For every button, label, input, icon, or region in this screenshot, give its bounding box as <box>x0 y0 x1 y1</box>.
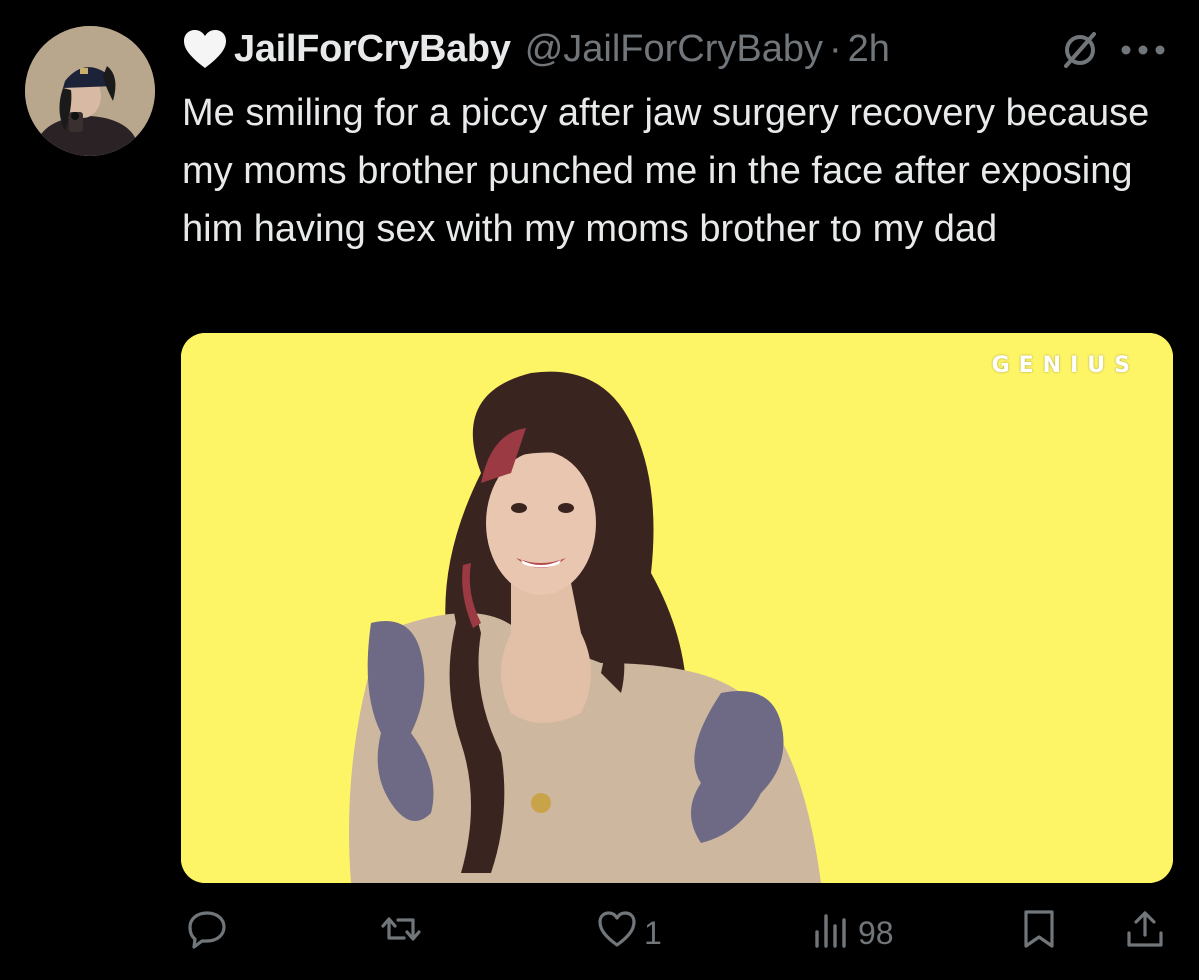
retweet-icon <box>380 908 422 958</box>
bookmark-button[interactable] <box>1018 906 1060 960</box>
timestamp[interactable]: 2h <box>848 28 890 71</box>
views-icon <box>810 908 852 958</box>
avatar-image <box>25 26 155 156</box>
white-heart-icon <box>182 28 228 70</box>
retweet-button[interactable] <box>380 906 428 960</box>
avatar[interactable] <box>25 26 155 156</box>
like-icon <box>596 908 638 958</box>
tweet-text: Me smiling for a piccy after jaw surgery… <box>182 92 1150 250</box>
share-icon <box>1124 908 1166 958</box>
tweet-actions-bar: 1 98 <box>182 906 1182 960</box>
reply-icon <box>186 908 228 958</box>
views-button[interactable]: 98 <box>810 906 894 960</box>
like-count: 1 <box>644 914 662 951</box>
tweet-media-image[interactable]: GENIUS <box>181 333 1173 883</box>
reply-button[interactable] <box>186 906 234 960</box>
views-count: 98 <box>858 914 894 951</box>
separator-dot: · <box>829 27 842 70</box>
user-handle[interactable]: @JailForCryBaby <box>525 28 823 71</box>
photo-of-woman <box>181 333 1173 883</box>
more-options-icon[interactable] <box>1118 40 1168 60</box>
bookmark-icon <box>1018 908 1060 958</box>
like-button[interactable]: 1 <box>596 906 662 960</box>
grok-icon[interactable] <box>1058 28 1102 72</box>
tweet-header: JailForCryBaby @JailForCryBaby · 2h <box>182 24 890 74</box>
share-button[interactable] <box>1124 906 1166 960</box>
display-name[interactable]: JailForCryBaby <box>234 28 511 71</box>
genius-watermark: GENIUS <box>991 353 1139 378</box>
